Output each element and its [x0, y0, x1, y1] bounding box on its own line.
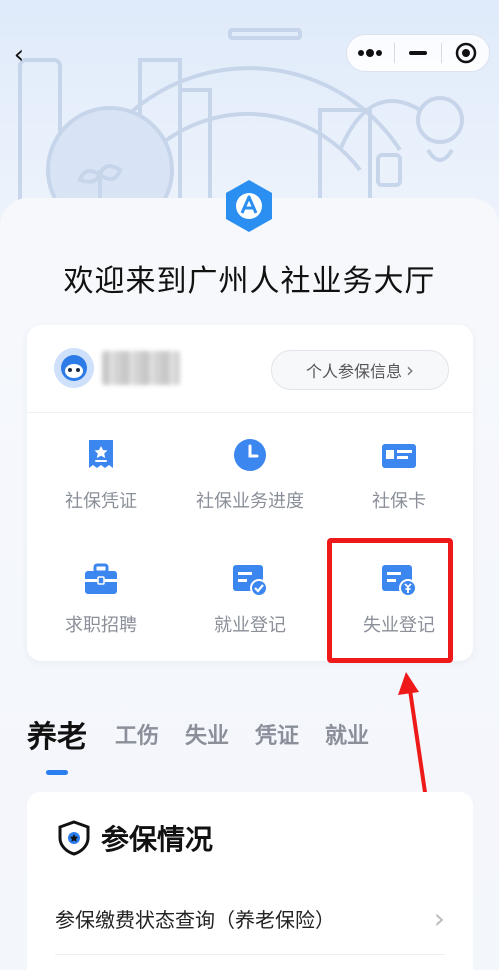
row-divider — [55, 954, 445, 955]
minimize-icon — [409, 51, 427, 55]
service-label: 就业登记 — [214, 615, 286, 636]
page-title: 欢迎来到广州人社业务大厅 — [63, 264, 436, 299]
back-button[interactable]: ‹ — [6, 38, 32, 72]
personal-insurance-info-button[interactable]: 个人参保信息 › — [271, 350, 449, 390]
voucher-icon — [89, 440, 113, 468]
user-row: 个人参保信息 › — [27, 325, 473, 413]
close-miniprogram-button[interactable] — [442, 35, 489, 71]
employment-register-icon — [233, 565, 268, 597]
briefcase-icon — [85, 563, 117, 594]
service-employment-register[interactable]: 就业登记 — [176, 537, 324, 661]
section-title: 参保情况 — [101, 823, 214, 856]
card-icon — [382, 444, 416, 468]
tab-employment[interactable]: 就业 — [325, 718, 369, 750]
info-button-label: 个人参保信息 — [305, 362, 402, 381]
record-circle-icon — [455, 42, 476, 64]
more-dots-icon — [358, 49, 383, 57]
category-tabs: 养老 工伤 失业 凭证 就业 — [27, 718, 395, 768]
active-tab-indicator — [46, 770, 68, 775]
insurance-section-card: 参保情况 参保缴费状态查询（养老保险） › — [27, 792, 473, 970]
minimize-button[interactable] — [395, 35, 442, 71]
service-label: 求职招聘 — [65, 615, 137, 636]
service-job-search[interactable]: 求职招聘 — [27, 537, 175, 661]
hall-logo-icon — [226, 180, 272, 232]
chevron-right-icon: › — [433, 901, 445, 935]
service-label: 社保凭证 — [65, 491, 137, 512]
row-label: 参保缴费状态查询（养老保险） — [55, 907, 335, 932]
highlight-box — [327, 538, 453, 663]
mini-program-capsule — [346, 34, 490, 72]
list-item[interactable]: 参保缴费状态查询（养老保险） › — [55, 896, 445, 940]
tab-pension[interactable]: 养老 — [27, 712, 87, 756]
service-label: 社保业务进度 — [196, 491, 304, 512]
service-progress[interactable]: 社保业务进度 — [176, 413, 324, 537]
service-social-voucher[interactable]: 社保凭证 — [27, 413, 175, 537]
service-social-card[interactable]: 社保卡 — [325, 413, 473, 537]
clock-icon — [234, 439, 266, 471]
more-button[interactable] — [347, 35, 394, 71]
section-header: 参保情况 — [57, 818, 213, 858]
tab-work-injury[interactable]: 工伤 — [115, 718, 159, 750]
tab-voucher[interactable]: 凭证 — [255, 718, 299, 750]
username-redacted — [102, 351, 180, 385]
tab-unemployment[interactable]: 失业 — [185, 718, 229, 750]
shield-icon — [58, 820, 90, 856]
service-label: 社保卡 — [372, 491, 426, 512]
avatar[interactable] — [54, 348, 94, 388]
chevron-right-icon: › — [406, 358, 414, 382]
